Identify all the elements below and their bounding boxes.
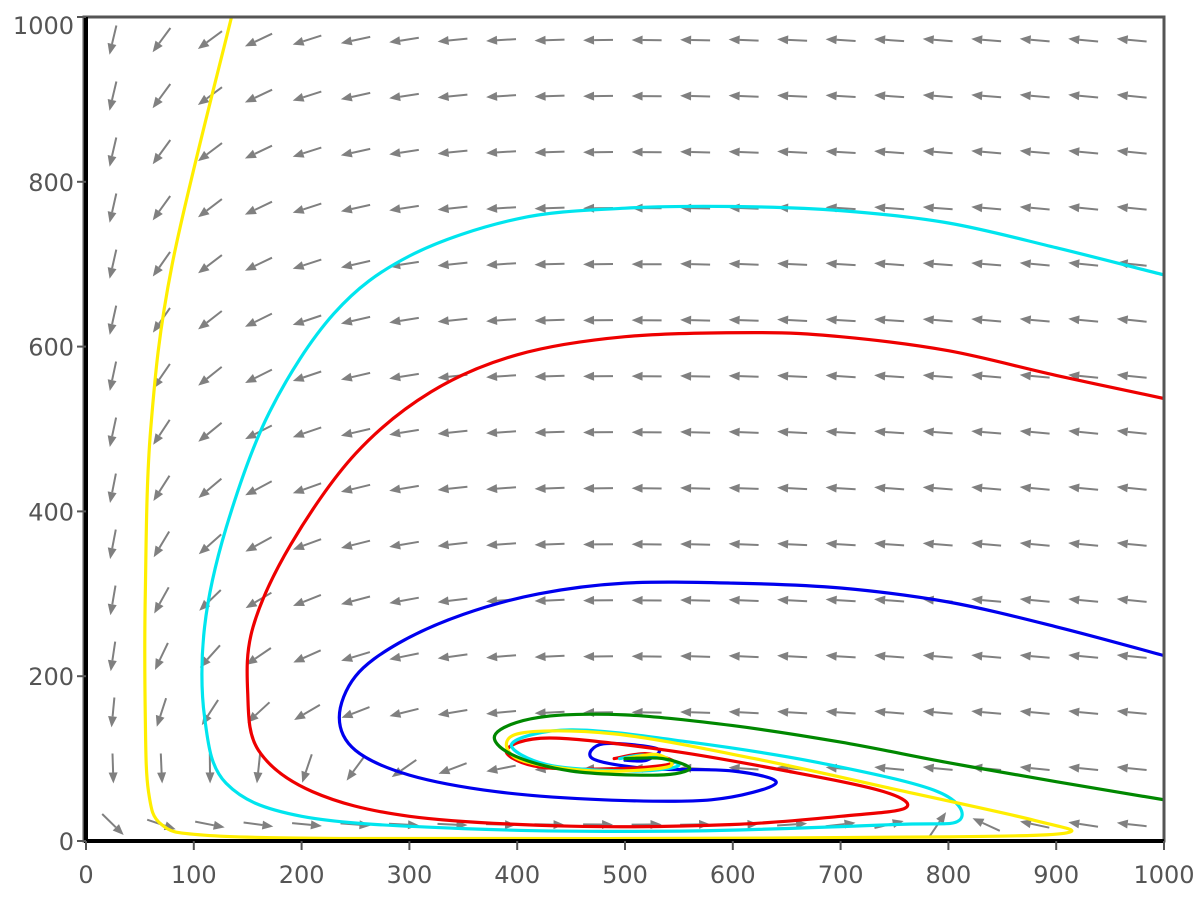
x-axis-ticks: 0 100 200 300 400 500 600 700 800 900 1000 [78, 841, 1195, 889]
x-tick-label-700: 700 [818, 861, 864, 889]
x-tick-label-200: 200 [279, 861, 325, 889]
phase-portrait-chart: 0 100 200 300 400 500 600 700 800 900 1000 0 200 400… [13, 12, 1195, 889]
y-tick-label-1000: 1000 [13, 12, 74, 40]
x-tick-label-400: 400 [494, 861, 540, 889]
x-tick-label-300: 300 [386, 861, 432, 889]
y-axis-ticks: 0 200 400 600 800 1000 [13, 12, 86, 856]
y-tick-label-0: 0 [59, 828, 74, 856]
x-tick-label-100: 100 [171, 861, 217, 889]
y-tick-label-400: 400 [28, 498, 74, 526]
y-tick-label-600: 600 [28, 334, 74, 362]
x-tick-label-0: 0 [78, 861, 93, 889]
x-tick-label-800: 800 [925, 861, 971, 889]
x-tick-label-500: 500 [602, 861, 648, 889]
x-tick-label-600: 600 [710, 861, 756, 889]
x-tick-label-1000: 1000 [1133, 861, 1194, 889]
y-tick-label-200: 200 [28, 663, 74, 691]
x-tick-label-900: 900 [1033, 861, 1079, 889]
plot-background [84, 17, 1164, 841]
y-tick-label-800: 800 [28, 169, 74, 197]
